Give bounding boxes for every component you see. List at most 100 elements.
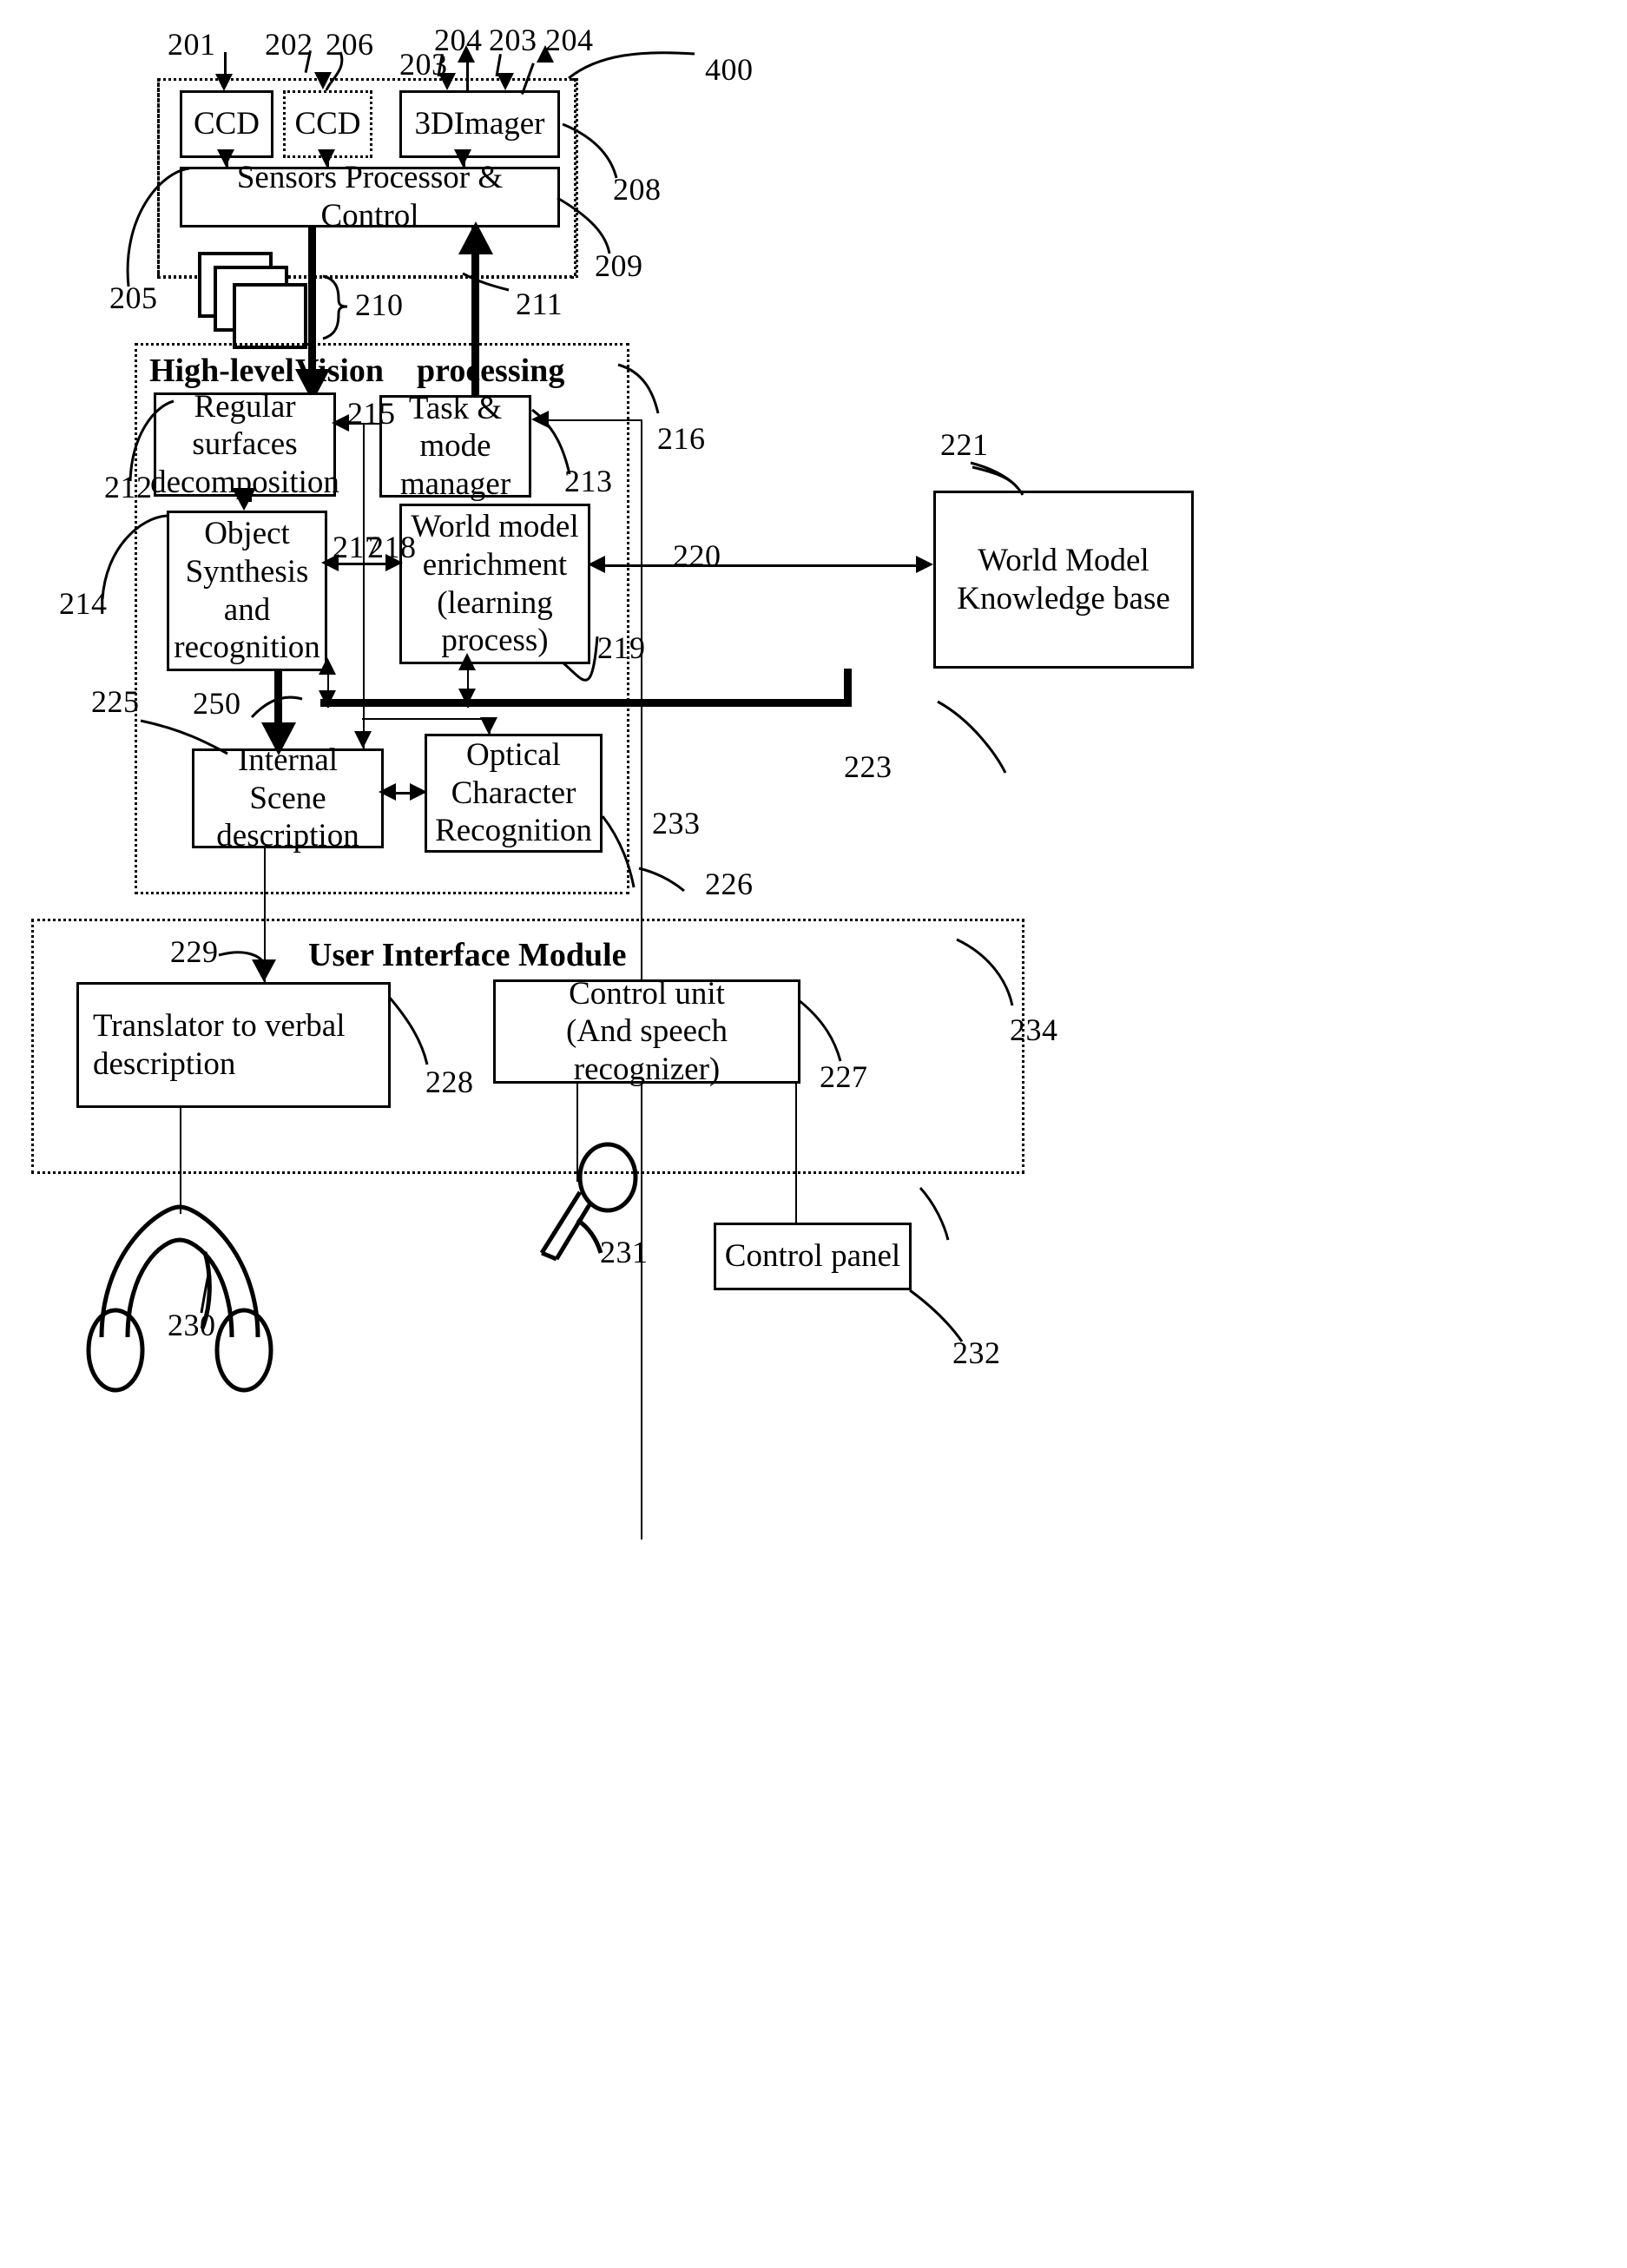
- ref-400: 400: [705, 52, 754, 87]
- ref-214: 214: [59, 586, 108, 621]
- box-regular-surfaces[interactable]: Regular surfaces decomposition: [150, 389, 339, 500]
- arrowhead-vision-to-sensors: [458, 221, 493, 254]
- ref-211: 211: [516, 287, 563, 321]
- ref-225: 225: [91, 684, 140, 719]
- box-ocr-line1: Optical: [466, 737, 561, 774]
- arrowhead-surfaces-to-object: [232, 488, 256, 511]
- ref-215: 215: [347, 396, 396, 431]
- ref-206: 206: [326, 27, 374, 62]
- box-translator-line2: description: [93, 1045, 236, 1082]
- ref-228: 228: [425, 1065, 474, 1099]
- image-stack-page-3: [233, 283, 307, 349]
- box-sensors-processor[interactable]: Sensors Processor & Control: [180, 160, 560, 234]
- ref-210: 210: [355, 287, 404, 322]
- ref-201: 201: [168, 27, 216, 62]
- box-control-unit-line2: (And speech recognizer): [566, 1013, 728, 1087]
- arrowhead-215-to-scene: [354, 731, 372, 748]
- arrowhead-bus-stub-left-up: [319, 657, 336, 675]
- vision-module-caption-part1: High-level: [149, 353, 294, 389]
- box-world-model-enrichment[interactable]: World model enrichment (learning process…: [399, 504, 590, 664]
- line-204-out-a: [466, 63, 469, 90]
- box-task-mode-line1: Task &: [408, 390, 503, 426]
- arrowhead-ccd1-processor: [217, 149, 234, 167]
- ref-216: 216: [657, 421, 706, 456]
- ref-205: 205: [109, 280, 158, 315]
- box-wme-line2: enrichment: [422, 546, 568, 583]
- figure-canvas: CCD CCD 3DImager Sensors Processor & Con…: [0, 0, 1627, 2268]
- box-ccd-1-label: CCD: [193, 106, 260, 142]
- box-translator-line1: Translator to verbal: [93, 1007, 346, 1044]
- box-internal-scene-description[interactable]: Internal Scene description: [192, 742, 384, 854]
- arrowhead-imager-processor: [454, 149, 471, 167]
- ref-250: 250: [193, 686, 241, 721]
- ref-218: 218: [368, 530, 417, 564]
- ref-219: 219: [597, 630, 646, 665]
- box-internal-scene-line2: description: [216, 818, 359, 854]
- box-wme-line4: process): [441, 623, 549, 659]
- ref-234: 234: [1010, 1012, 1058, 1047]
- ref-212: 212: [104, 470, 153, 504]
- line-wme-kb: [602, 564, 927, 567]
- ref-221: 221: [940, 427, 989, 462]
- box-optical-character-recognition[interactable]: Optical Character Recognition: [425, 734, 603, 853]
- arrowhead-wme-kb-right: [916, 556, 933, 573]
- ref-209: 209: [595, 248, 643, 283]
- ref-232: 232: [952, 1335, 1001, 1370]
- box-regular-surfaces-line2: surfaces: [192, 426, 298, 463]
- box-3d-imager[interactable]: 3DImager: [399, 90, 560, 158]
- line-control-to-panel: [795, 1084, 797, 1223]
- ref-203-b: 203: [489, 23, 537, 57]
- box-world-model-knowledge-base[interactable]: World Model Knowledge base: [933, 491, 1194, 669]
- box-task-mode-line3: manager: [399, 465, 511, 502]
- box-ccd-1[interactable]: CCD: [180, 90, 273, 158]
- box-object-synthesis-line1: Object: [204, 516, 290, 552]
- knowledge-bus-line: [320, 699, 852, 707]
- ui-module-caption: User Interface Module: [308, 937, 627, 973]
- ref-229: 229: [170, 934, 219, 969]
- ref-233: 233: [652, 806, 701, 841]
- arrowhead-into-ccd2: [314, 72, 332, 89]
- box-3d-imager-label: 3DImager: [414, 106, 545, 142]
- arrowhead-task-to-surfaces: [332, 414, 349, 432]
- box-object-synthesis-line2: Synthesis: [185, 553, 309, 590]
- ref-220: 220: [673, 538, 721, 573]
- arrowhead-216-into-task: [531, 411, 549, 428]
- ref-204-a: 204: [434, 23, 483, 57]
- box-ccd-2[interactable]: CCD: [283, 90, 372, 158]
- line-201-to-ccd1: [224, 52, 227, 75]
- box-control-unit[interactable]: Control unit (And speech recognizer): [493, 976, 800, 1087]
- box-wme-line3: (learning: [437, 584, 553, 621]
- ref-204-b: 204: [545, 23, 594, 57]
- box-ocr-line2: Character: [451, 775, 576, 811]
- box-task-mode-manager[interactable]: Task & mode manager: [379, 391, 531, 502]
- line-233-to-control-unit: [641, 894, 642, 979]
- box-ocr-line3: Recognition: [435, 813, 592, 849]
- ref-213: 213: [564, 464, 613, 498]
- knowledge-bus-riser: [844, 669, 852, 703]
- box-object-synthesis-line4: recognition: [174, 630, 320, 666]
- box-kb-line1: World Model: [978, 542, 1149, 578]
- box-control-panel[interactable]: Control panel: [714, 1223, 912, 1290]
- arrowhead-bus-to-ocr: [480, 717, 497, 735]
- ref-208: 208: [613, 172, 662, 207]
- line-translator-to-headphones: [180, 1108, 181, 1214]
- ref-230: 230: [168, 1308, 216, 1342]
- arrowhead-scene-ocr-left: [379, 783, 396, 801]
- image-stack-icon: [198, 252, 337, 349]
- box-wme-line1: World model: [411, 509, 579, 545]
- sensors-module-frame-right: [574, 78, 576, 276]
- ref-227: 227: [820, 1059, 868, 1094]
- ref-226: 226: [705, 867, 754, 901]
- box-object-synthesis[interactable]: Object Synthesis and recognition: [167, 511, 327, 671]
- box-ccd-2-label: CCD: [294, 106, 361, 142]
- line-bus-to-ocr-h: [362, 718, 491, 720]
- box-control-unit-line1: Control unit: [569, 975, 725, 1012]
- arrowhead-object-to-scene: [261, 722, 296, 755]
- ref-231: 231: [600, 1235, 649, 1269]
- arrowhead-bus-stub-right-up: [458, 653, 476, 670]
- vision-module-caption-part2: Vision: [295, 353, 385, 389]
- arrowhead-into-ccd1: [215, 74, 233, 91]
- ref-223: 223: [844, 749, 893, 784]
- ref-202: 202: [265, 27, 313, 62]
- box-translator-to-verbal[interactable]: Translator to verbal description: [76, 982, 391, 1108]
